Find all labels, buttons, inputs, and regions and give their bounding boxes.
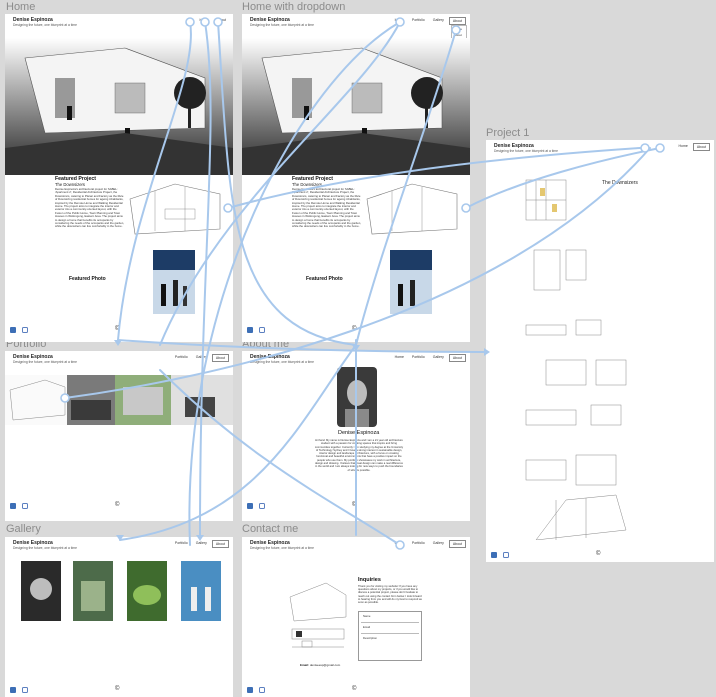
contact-email[interactable]: Email: deniseesp@gmail.com	[300, 663, 340, 667]
instagram-icon[interactable]	[22, 687, 28, 693]
nav-bar: Denise Espinoza Designing the future, on…	[5, 14, 233, 38]
frame-portfolio: Denise Espinoza Designing the future, on…	[5, 351, 233, 521]
inquiries-text: Thank you for visiting my website! If yo…	[358, 585, 422, 605]
instagram-icon[interactable]	[259, 687, 265, 693]
nav-gallery[interactable]: Gallery	[193, 354, 210, 362]
contact-drawings	[289, 582, 347, 648]
nav-portfolio[interactable]: Portfolio	[409, 17, 428, 25]
nav-about[interactable]: About	[448, 540, 466, 548]
nav-home[interactable]: Home	[676, 143, 691, 151]
portfolio-strip	[5, 375, 233, 425]
frame-home: Denise Espinoza Designing the future, on…	[5, 14, 233, 342]
featured-subtitle: The Downsizers	[292, 182, 323, 187]
nav-bar: Denise Espinoza Designing the future, on…	[5, 537, 233, 561]
profile-photo	[337, 367, 377, 427]
frame-label-home: Home	[6, 1, 36, 13]
featured-photo	[390, 250, 432, 314]
featured-photo-label: Featured Photo	[306, 276, 343, 282]
copyright-icon: ©	[352, 502, 357, 508]
featured-sketch	[129, 183, 221, 235]
hero-image	[5, 38, 233, 175]
frame-label-home-dropdown: Home with dropdown	[242, 1, 346, 13]
email-field[interactable]: Email	[363, 625, 370, 629]
linkedin-icon[interactable]	[10, 503, 16, 509]
nav-about[interactable]: About	[211, 540, 229, 548]
frame-contact: Denise Espinoza Designing the future, on…	[242, 537, 470, 697]
copyright-icon: ©	[115, 326, 120, 332]
featured-photo-label: Featured Photo	[69, 276, 106, 282]
frame-label-gallery: Gallery	[6, 523, 41, 535]
frame-label-project1: Project 1	[486, 127, 530, 139]
instagram-icon[interactable]	[259, 503, 265, 509]
brand-tagline: Designing the future, one blueprint at a…	[13, 360, 77, 364]
frame-home-dropdown: Denise Espinoza Designing the future, on…	[242, 14, 470, 342]
featured-description: Denise Espinoza's architectural project …	[55, 188, 125, 229]
hero-image	[242, 38, 470, 175]
nav-portfolio[interactable]: Portfolio	[172, 354, 191, 362]
frame-label-contact: Contact me	[242, 523, 299, 535]
nav-dropdown: Home About	[451, 25, 467, 39]
brand-tagline: Designing the future, one blueprint at a…	[250, 360, 314, 364]
linkedin-icon[interactable]	[247, 503, 253, 509]
contact-form: Name Email Description	[358, 611, 422, 661]
name-field[interactable]: Name	[363, 614, 370, 618]
frame-project1: Denise Espinoza Designing the future, on…	[486, 140, 714, 562]
instagram-icon[interactable]	[22, 503, 28, 509]
brand-tagline: Designing the future, one blueprint at a…	[250, 23, 314, 27]
copyright-icon: ©	[352, 326, 357, 332]
frame-about: Denise Espinoza Designing the future, on…	[242, 351, 470, 521]
nav-gallery[interactable]: Gallery	[430, 540, 447, 548]
copyright-icon: ©	[115, 502, 120, 508]
linkedin-icon[interactable]	[10, 687, 16, 693]
nav-bar: Denise Espinoza Designing the future, on…	[5, 351, 233, 375]
copyright-icon: ©	[352, 686, 357, 692]
nav-about[interactable]: About	[211, 354, 229, 362]
nav-home[interactable]: Home	[392, 540, 407, 548]
brand-tagline: Designing the future, one blueprint at a…	[13, 23, 77, 27]
brand-tagline: Designing the future, one blueprint at a…	[494, 149, 558, 153]
linkedin-icon[interactable]	[10, 327, 16, 333]
nav-about[interactable]: About	[448, 17, 466, 25]
nav-about[interactable]: About	[448, 354, 466, 362]
featured-description: Denise Espinoza's architectural project …	[292, 188, 362, 229]
description-field[interactable]: Description	[363, 636, 377, 640]
brand-tagline: Designing the future, one blueprint at a…	[13, 546, 77, 550]
nav-about[interactable]: About	[692, 143, 710, 151]
project-drawings	[525, 179, 627, 540]
instagram-icon[interactable]	[503, 552, 509, 558]
nav-gallery[interactable]: Gallery	[193, 540, 210, 548]
about-bio: Hi there! My name is Denise Espinoza and…	[314, 439, 404, 472]
instagram-icon[interactable]	[22, 327, 28, 333]
linkedin-icon[interactable]	[247, 687, 253, 693]
nav-about[interactable]: About	[214, 17, 229, 23]
nav-gallery[interactable]: Gallery	[430, 354, 447, 362]
linkedin-icon[interactable]	[491, 552, 497, 558]
instagram-icon[interactable]	[259, 327, 265, 333]
nav-home[interactable]: Home	[392, 354, 407, 362]
nav-home[interactable]: Home	[197, 17, 212, 23]
nav-portfolio[interactable]: Portfolio	[409, 354, 428, 362]
nav-gallery[interactable]: Gallery	[430, 17, 447, 25]
featured-subtitle: The Downsizers	[55, 182, 86, 187]
copyright-icon: ©	[115, 686, 120, 692]
nav-bar: Denise Espinoza Designing the future, on…	[242, 14, 470, 39]
gallery-grid	[21, 561, 221, 621]
nav-home[interactable]: Home	[392, 17, 407, 25]
about-name: Denise Espinoza	[338, 430, 380, 436]
inquiries-title: Inquiries	[358, 577, 381, 583]
brand-tagline: Designing the future, one blueprint at a…	[250, 546, 314, 550]
frame-gallery: Denise Espinoza Designing the future, on…	[5, 537, 233, 697]
nav-portfolio[interactable]: Portfolio	[172, 540, 191, 548]
nav-bar: Denise Espinoza Designing the future, on…	[486, 140, 714, 164]
featured-photo	[153, 250, 195, 314]
email-label: Email:	[300, 663, 310, 667]
featured-sketch	[366, 183, 458, 235]
copyright-icon: ©	[596, 551, 601, 557]
nav-portfolio[interactable]: Portfolio	[409, 540, 428, 548]
linkedin-icon[interactable]	[247, 327, 253, 333]
nav-bar: Denise Espinoza Designing the future, on…	[242, 537, 470, 561]
email-address[interactable]: deniseesp@gmail.com	[310, 663, 340, 667]
